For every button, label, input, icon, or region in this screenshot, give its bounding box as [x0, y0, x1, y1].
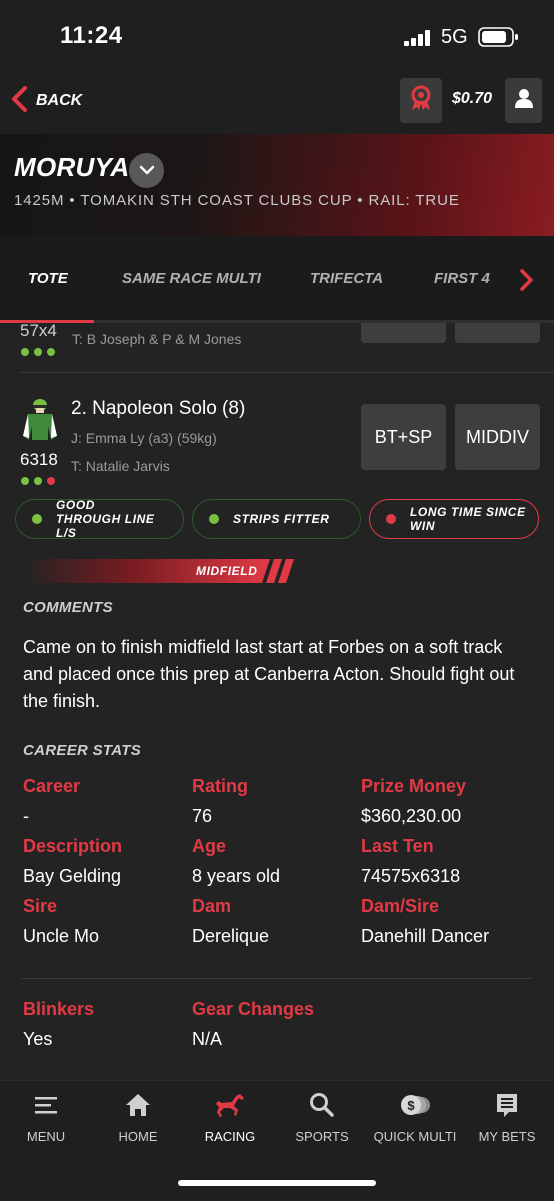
previous-runner-form: 57x4 [20, 323, 57, 340]
tab-first-4[interactable]: FIRST 4 [434, 270, 490, 287]
stat-label-career: Career [23, 776, 81, 796]
runner-form: 6318 [20, 450, 58, 469]
nav-label: QUICK MULTI [373, 1129, 457, 1144]
award-icon [410, 85, 432, 116]
form-dot [47, 477, 55, 485]
stat-value-blinkers: Yes [23, 1029, 53, 1049]
jockey-silks-icon [20, 396, 60, 447]
stat-label-blinkers: Blinkers [23, 999, 95, 1019]
battery-icon [478, 26, 520, 53]
stat-value-description: Bay Gelding [23, 866, 122, 886]
tag-long-time-since-win: LONG TIME SINCE WIN [369, 499, 539, 539]
status-time: 11:24 [60, 22, 123, 49]
back-button[interactable]: BACK [10, 84, 82, 118]
home-indicator [178, 1180, 376, 1186]
nav-label: MY BETS [478, 1129, 536, 1144]
tab-trifecta[interactable]: TRIFECTA [310, 270, 383, 287]
tag-good-through-line: GOOD THROUGH LINE L/S [15, 498, 184, 540]
chevron-down-icon [139, 162, 155, 180]
race-header [0, 134, 554, 236]
venue-dropdown-button[interactable] [129, 153, 164, 188]
stat-value-gear-changes: N/A [192, 1029, 223, 1049]
stat-value-dam-sire: Danehill Dancer [361, 926, 490, 946]
form-dots [21, 472, 60, 490]
bt-sp-button[interactable]: BT+SP [361, 404, 446, 470]
nav-menu[interactable]: MENU [1, 1092, 91, 1144]
network-type: 5G [441, 26, 468, 48]
form-dots [21, 343, 60, 361]
stat-label-sire: Sire [23, 896, 58, 916]
runner-jockey: J: Emma Ly (a3) (59kg) [71, 430, 217, 446]
signal-icon [404, 30, 434, 51]
previous-runner-button-2[interactable] [455, 323, 540, 343]
runner-trainer: T: Natalie Jarvis [71, 458, 170, 474]
nav-label: RACING [204, 1129, 256, 1144]
stat-label-description: Description [23, 836, 123, 856]
nav-label: SPORTS [295, 1129, 349, 1144]
account-balance[interactable]: $0.70 [452, 90, 492, 108]
divider [20, 372, 554, 373]
positive-dot-icon [209, 514, 219, 524]
tab-same-race-multi[interactable]: SAME RACE MULTI [122, 270, 261, 287]
comments-heading: COMMENTS [23, 599, 113, 616]
back-label: BACK [36, 92, 83, 109]
nav-quick-multi[interactable]: $ QUICK MULTI [370, 1092, 460, 1144]
stat-label-last-ten: Last Ten [361, 836, 434, 856]
stat-label-age: Age [192, 836, 227, 856]
stat-value-prize-money: $360,230.00 [361, 806, 462, 826]
tag-strips-fitter: STRIPS FITTER [192, 499, 361, 539]
rewards-button[interactable] [400, 78, 442, 123]
nav-my-bets[interactable]: MY BETS [462, 1092, 552, 1144]
stat-value-career: - [23, 806, 29, 826]
venue-title: MORUYA [14, 152, 130, 182]
stat-label-rating: Rating [192, 776, 248, 796]
previous-runner[interactable]: 57x4 T: B Joseph & P & M Jones [0, 323, 554, 373]
previous-runner-trainer: T: B Joseph & P & M Jones [72, 331, 242, 347]
runner-name[interactable]: 2. Napoleon Solo (8) [71, 398, 245, 420]
search-icon [309, 1093, 335, 1122]
tag-label: STRIPS FITTER [233, 512, 330, 526]
coins-icon: $ [399, 1095, 431, 1122]
stat-value-rating: 76 [192, 806, 213, 826]
stat-value-dam: Derelique [192, 926, 270, 946]
form-dot [34, 477, 42, 485]
nav-racing[interactable]: RACING [185, 1092, 275, 1144]
comments-text: Came on to finish midfield last start at… [23, 637, 515, 711]
account-button[interactable] [505, 78, 542, 123]
position-banner-label: MIDFIELD [196, 564, 258, 578]
stat-value-age: 8 years old [192, 866, 281, 886]
stat-label-dam-sire: Dam/Sire [361, 896, 440, 916]
nav-home[interactable]: HOME [93, 1092, 183, 1144]
betslip-icon [494, 1094, 520, 1122]
svg-text:$: $ [407, 1098, 415, 1113]
race-info: 1425M • TOMAKIN STH COAST CLUBS CUP • RA… [14, 192, 460, 209]
divider [22, 978, 532, 979]
negative-dot-icon [386, 514, 396, 524]
nav-label: HOME [118, 1129, 158, 1144]
previous-runner-button-1[interactable] [361, 323, 446, 343]
stat-label-dam: Dam [192, 896, 232, 916]
stat-value-last-ten: 74575x6318 [361, 866, 461, 886]
career-stats-heading: CAREER STATS [23, 742, 142, 759]
form-dot [21, 477, 29, 485]
nav-sports[interactable]: SPORTS [277, 1092, 367, 1144]
chevron-left-icon [10, 85, 28, 117]
user-icon [514, 88, 533, 113]
stat-label-gear-changes: Gear Changes [192, 999, 315, 1019]
tag-label: LONG TIME SINCE WIN [410, 505, 526, 533]
middiv-button[interactable]: MIDDIV [455, 404, 540, 470]
nav-label: MENU [26, 1129, 66, 1144]
stat-value-sire: Uncle Mo [23, 926, 100, 946]
horse-icon [214, 1094, 246, 1122]
menu-icon [33, 1097, 59, 1122]
stat-label-prize-money: Prize Money [361, 776, 467, 796]
home-icon [124, 1094, 152, 1122]
tab-tote[interactable]: TOTE [28, 270, 68, 287]
tabs-scroll-right-icon[interactable] [518, 268, 534, 297]
positive-dot-icon [32, 514, 42, 524]
tag-label: GOOD THROUGH LINE L/S [56, 498, 155, 540]
